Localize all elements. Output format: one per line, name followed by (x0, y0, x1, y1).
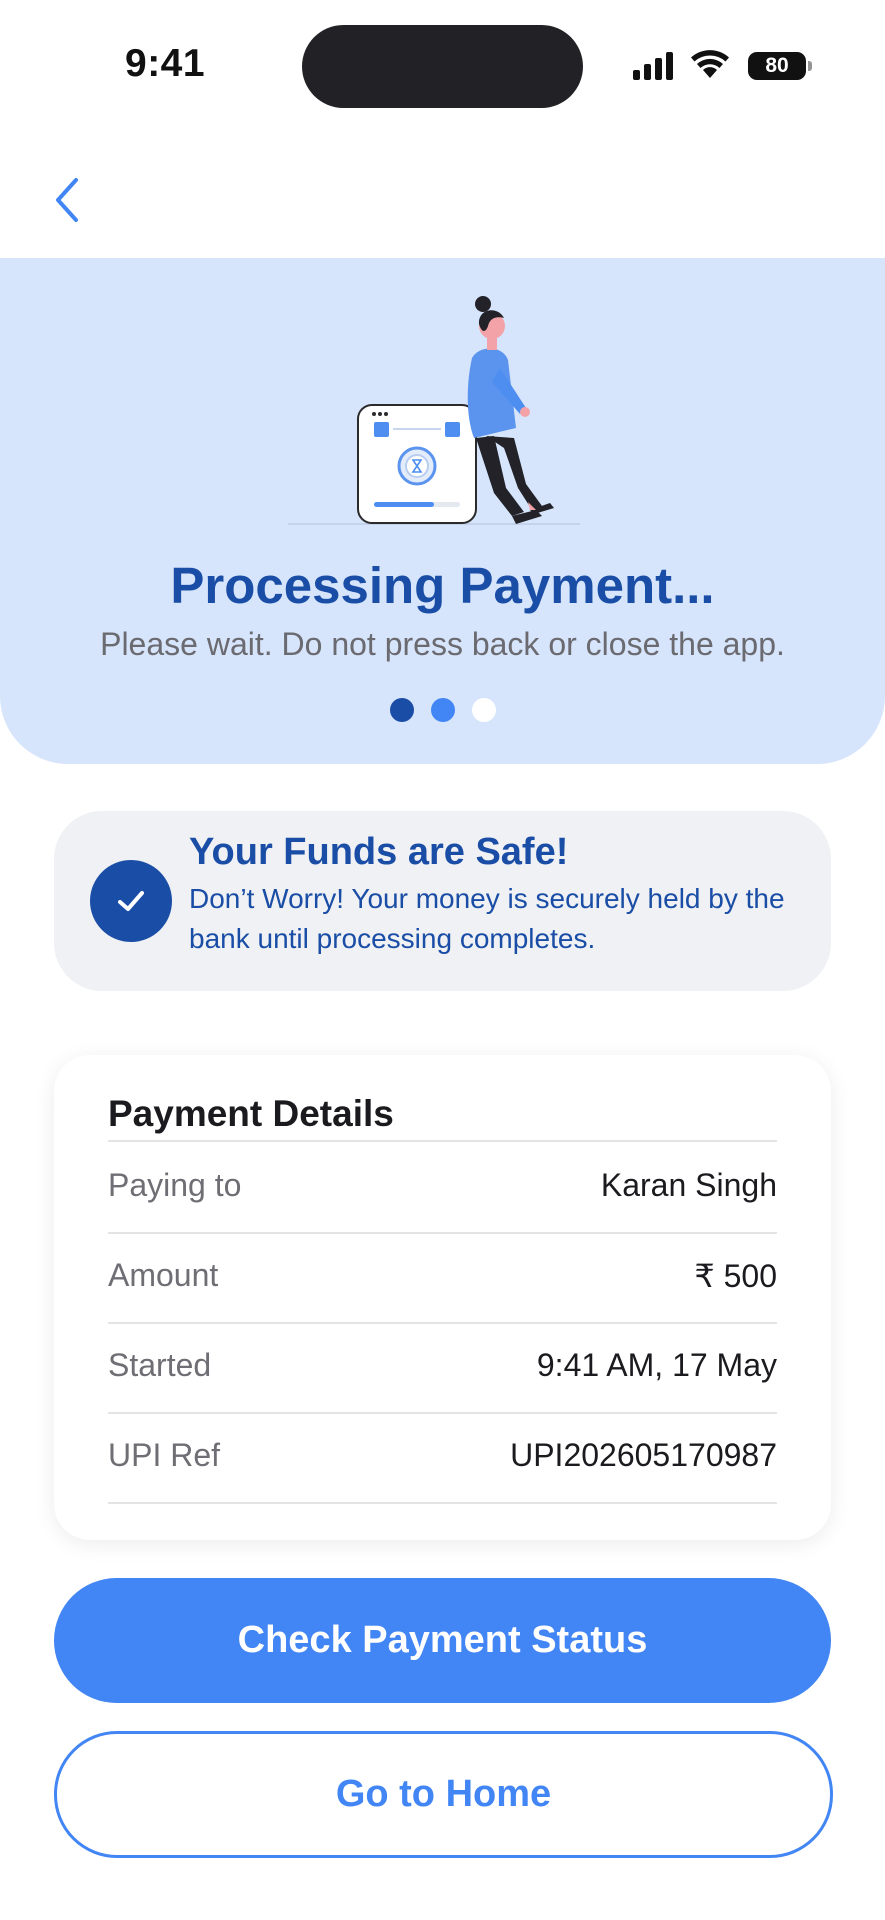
battery-icon: 80 (748, 52, 806, 80)
battery-nub (808, 61, 812, 71)
processing-hero: Processing Payment... Please wait. Do no… (0, 258, 885, 764)
dynamic-island (302, 25, 583, 108)
details-title: Payment Details (108, 1093, 394, 1134)
detail-label: Amount (108, 1257, 219, 1293)
detail-value: ₹ 500 (694, 1258, 777, 1294)
detail-value: UPI202605170987 (510, 1437, 777, 1473)
progress-dot-2 (431, 698, 455, 722)
detail-value: 9:41 AM, 17 May (536, 1347, 777, 1383)
detail-label: Paying to (108, 1167, 242, 1203)
detail-row-started: Started 9:41 AM, 17 May (108, 1322, 777, 1414)
status-time: 9:41 (125, 42, 206, 85)
woman-leaning-on-phone-hourglass-illustration (288, 296, 580, 525)
signal-icon (633, 50, 675, 80)
detail-row-paying-to: Paying to Karan Singh (108, 1142, 777, 1234)
detail-value: Karan Singh (600, 1167, 777, 1203)
progress-dot-1 (390, 698, 414, 722)
check-icon (90, 860, 172, 942)
progress-dots (390, 698, 500, 724)
go-to-home-button[interactable]: Go to Home (54, 1731, 833, 1858)
wifi-icon (691, 50, 729, 78)
progress-dot-3 (472, 698, 496, 722)
funds-safe-notice: Your Funds are Safe! Don’t Worry! Your m… (54, 811, 831, 991)
detail-row-upi-ref: UPI Ref UPI202605170987 (108, 1412, 777, 1504)
detail-label: Started (108, 1347, 212, 1383)
page-subtitle: Please wait. Do not press back or close … (100, 626, 785, 662)
detail-label: UPI Ref (108, 1437, 221, 1473)
status-bar: 9:41 80 (0, 0, 885, 130)
chevron-left-icon[interactable] (48, 170, 88, 230)
notice-title: Your Funds are Safe! (189, 831, 569, 873)
detail-row-amount: Amount ₹ 500 (108, 1232, 777, 1324)
page-title: Processing Payment... (170, 557, 715, 614)
check-payment-status-button[interactable]: Check Payment Status (54, 1578, 831, 1703)
payment-details-card: Payment Details Paying to Karan Singh Am… (54, 1055, 831, 1540)
notice-text: Don’t Worry! Your money is securely held… (189, 883, 785, 954)
